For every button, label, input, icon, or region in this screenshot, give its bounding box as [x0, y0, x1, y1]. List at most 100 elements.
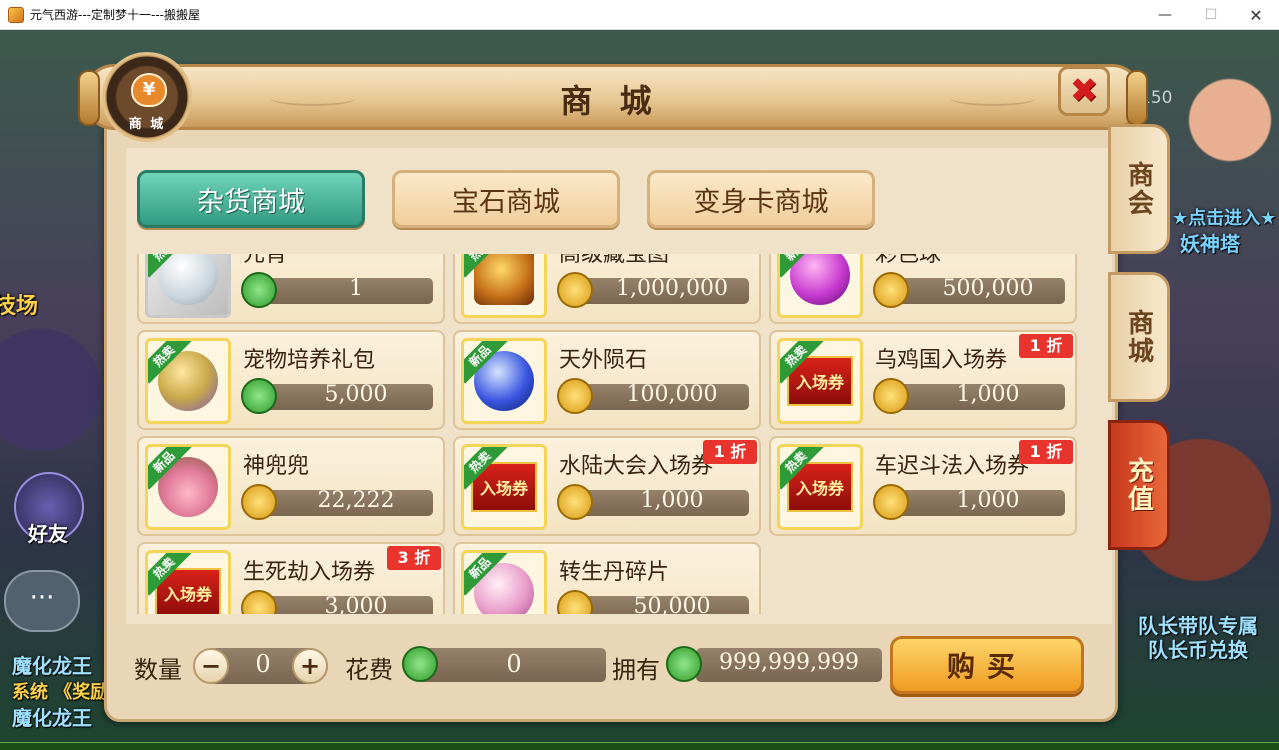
window-title: 元气西游---定制梦十一---搬搬屋 [30, 8, 200, 22]
bg-chat-line-1: 魔化龙王 [12, 654, 92, 678]
item-name: 车迟斗法入场券 [875, 454, 1030, 479]
bg-demon-tower-text: 妖神塔 [1180, 232, 1240, 256]
emblem-label: 商 城 [128, 117, 166, 132]
window-close-button[interactable]: ✕ [1233, 0, 1279, 30]
cloud-ornament-right [950, 90, 1036, 106]
shop-item-card[interactable]: 入场券 热卖 生死劫入场券 3,000 3 折 [137, 542, 445, 614]
side-tab-shop[interactable]: 商城 [1108, 272, 1170, 402]
gold-coin-icon [557, 272, 593, 308]
discount-badge: 1 折 [1019, 440, 1073, 464]
item-thumbnail: 热卖 [145, 338, 231, 424]
item-thumbnail: 入场券 热卖 [461, 444, 547, 530]
gold-coin-icon [873, 272, 909, 308]
experience-bar [0, 742, 1279, 750]
money-bag-icon: ¥ [131, 73, 167, 107]
item-image [474, 254, 534, 305]
plus-button[interactable]: + [292, 648, 328, 684]
shop-item-card[interactable]: 新品 天外陨石 100,000 [453, 330, 761, 430]
shop-item-card[interactable]: 热卖 宠物培养礼包 5,000 [137, 330, 445, 430]
item-name: 天外陨石 [559, 348, 648, 373]
scroll-end-left [78, 70, 100, 126]
shop-item-card[interactable]: 热卖元宵 1 [137, 254, 445, 324]
item-price: 50,000 [633, 594, 711, 614]
item-thumbnail: 热卖 [145, 254, 231, 318]
item-name: 水陆大会入场券 [559, 454, 714, 479]
item-name: 神兜兜 [243, 454, 310, 479]
item-price: 1 [349, 276, 363, 301]
discount-badge: 1 折 [703, 440, 757, 464]
item-price: 100,000 [626, 382, 718, 407]
item-price: 1,000 [956, 488, 1020, 513]
item-image [158, 254, 218, 305]
maximize-button[interactable]: ☐ [1188, 0, 1234, 30]
item-thumbnail: 新品 [461, 550, 547, 614]
item-thumbnail: 热卖 [461, 254, 547, 318]
item-thumbnail: 新品 [777, 254, 863, 318]
side-tab-recharge[interactable]: 充值 [1108, 420, 1170, 550]
bg-arena-text: 技场 [0, 294, 39, 319]
tab-transform-card-store[interactable]: 变身卡商城 [647, 170, 875, 228]
shop-item-card[interactable]: 新品 转生丹碎片 50,000 [453, 542, 761, 614]
item-name: 生死劫入场券 [243, 560, 376, 585]
shop-item-card[interactable]: 入场券 热卖 乌鸡国入场券 1,000 1 折 [769, 330, 1077, 430]
cost-label: 花费 [345, 656, 393, 684]
close-icon: ✖ [1069, 71, 1099, 111]
item-name: 宠物培养礼包 [243, 348, 376, 373]
panel-title: 商 城 [560, 82, 660, 120]
item-price: 1,000 [956, 382, 1020, 407]
quantity-label: 数量 [134, 656, 182, 684]
shop-item-card[interactable]: 新品彩色球500,000 [769, 254, 1077, 324]
side-tab-guild[interactable]: 商会 [1108, 124, 1170, 254]
quantity-value[interactable]: 0 [238, 650, 288, 678]
window-titlebar: 元气西游---定制梦十一---搬搬屋 — ☐ ✕ [0, 0, 1279, 30]
owned-label: 拥有 [612, 656, 660, 684]
shop-item-card[interactable]: 新品 神兜兜 22,222 [137, 436, 445, 536]
item-name: 高级藏宝图 [559, 254, 670, 267]
buy-button[interactable]: 购买 [890, 636, 1084, 694]
item-price: 500,000 [942, 276, 1034, 301]
close-button[interactable]: ✖ [1058, 66, 1110, 116]
bg-chat-line-3: 魔化龙王 [12, 706, 92, 730]
item-thumbnail: 入场券 热卖 [777, 338, 863, 424]
item-grid-viewport[interactable]: 热卖元宵1热卖高级藏宝图1,000,000新品彩色球500,000热卖宠物培养礼… [137, 254, 1082, 614]
chat-bubble-icon[interactable]: ··· [4, 570, 80, 632]
gold-coin-icon [557, 484, 593, 520]
shop-item-card[interactable]: 入场券 热卖 水陆大会入场券 1,000 1 折 [453, 436, 761, 536]
scroll-end-right [1126, 70, 1148, 126]
shop-item-card[interactable]: 热卖高级藏宝图 1,000,000 [453, 254, 761, 324]
tab-general-store[interactable]: 杂货商城 [137, 170, 365, 228]
cost-value: 0 [506, 650, 522, 678]
discount-badge: 3 折 [387, 546, 441, 570]
jade-coin-icon [241, 378, 277, 414]
item-name: 彩色球 [875, 254, 942, 267]
item-grid: 热卖元宵1热卖高级藏宝图1,000,000新品彩色球500,000热卖宠物培养礼… [137, 254, 1077, 614]
item-price: 1,000 [640, 488, 704, 513]
bg-chat-line-2: 系统 《奖励 [12, 682, 109, 703]
item-name: 乌鸡国入场券 [875, 348, 1008, 373]
item-thumbnail: 新品 [145, 444, 231, 530]
gold-coin-icon [241, 484, 277, 520]
minimize-button[interactable]: — [1142, 0, 1188, 30]
discount-badge: 1 折 [1019, 334, 1073, 358]
cloud-ornament-left [270, 90, 356, 106]
item-name: 转生丹碎片 [559, 560, 670, 585]
jade-coin-icon [241, 272, 277, 308]
tab-gem-store[interactable]: 宝石商城 [392, 170, 620, 228]
item-price: 3,000 [324, 594, 388, 614]
item-image [790, 254, 850, 305]
item-price: 5,000 [324, 382, 388, 407]
item-name: 元宵 [243, 254, 288, 267]
item-thumbnail: 入场券 热卖 [145, 550, 231, 614]
gold-coin-icon [873, 484, 909, 520]
jade-coin-icon [666, 646, 702, 682]
item-thumbnail: 新品 [461, 338, 547, 424]
shop-item-card[interactable]: 入场券 热卖 车迟斗法入场券 1,000 1 折 [769, 436, 1077, 536]
item-price: 22,222 [317, 488, 395, 513]
gold-coin-icon [873, 378, 909, 414]
item-thumbnail: 入场券 热卖 [777, 444, 863, 530]
minus-button[interactable]: − [193, 648, 229, 684]
bg-enter-text: ★点击进入★ [1172, 208, 1277, 229]
side-tab-label: 商城 [1123, 309, 1154, 365]
gold-coin-icon [557, 590, 593, 614]
gold-coin-icon [557, 378, 593, 414]
